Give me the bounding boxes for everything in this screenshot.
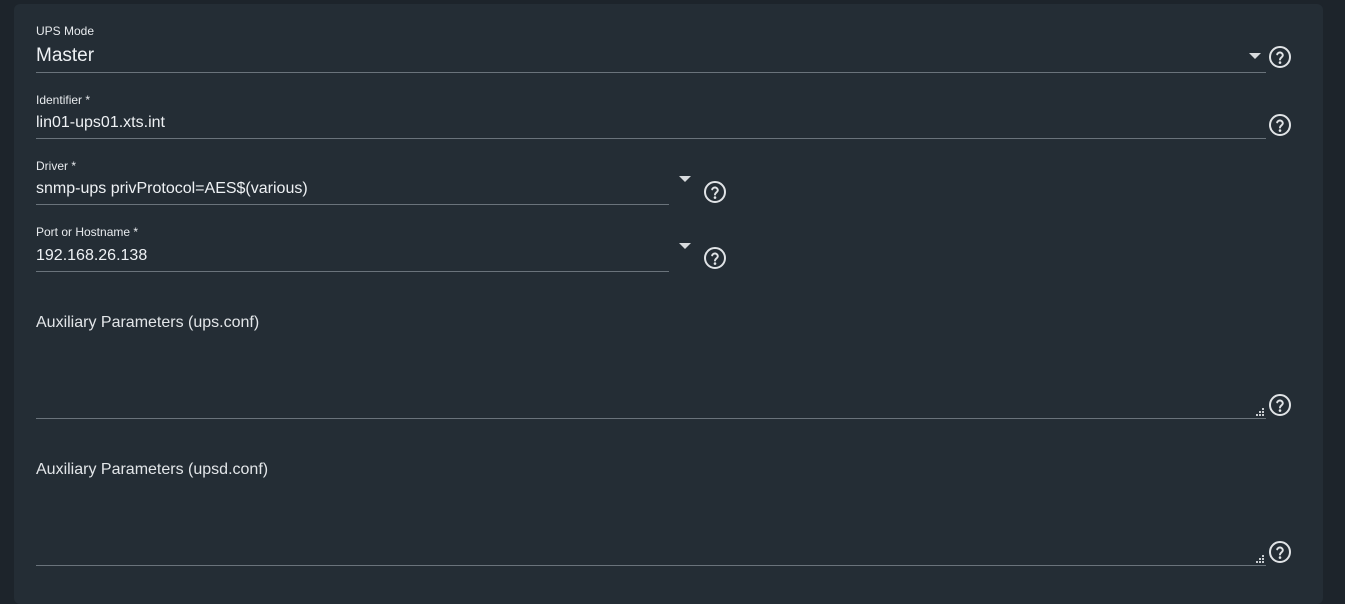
ups-mode-dropdown-icon[interactable]	[1249, 53, 1261, 59]
driver-dropdown-icon[interactable]	[679, 176, 691, 182]
aux-upsd-resize-grip-icon[interactable]	[1254, 550, 1264, 563]
port-underline	[36, 271, 669, 272]
aux-ups-help-icon[interactable]	[1268, 393, 1292, 417]
driver-input[interactable]: snmp-ups privProtocol=AES$(various)	[36, 180, 666, 198]
aux-upsd-help-icon[interactable]	[1268, 540, 1292, 564]
aux-ups-label: Auxiliary Parameters (ups.conf)	[36, 314, 260, 331]
aux-ups-textarea[interactable]	[36, 340, 1266, 418]
ups-mode-select[interactable]: Master	[36, 45, 1256, 67]
ups-mode-label: UPS Mode	[36, 24, 95, 38]
port-label: Port or Hostname *	[36, 225, 139, 239]
aux-upsd-underline	[36, 565, 1266, 566]
aux-upsd-textarea[interactable]	[36, 487, 1266, 565]
ups-mode-underline	[36, 72, 1266, 73]
port-input[interactable]: 192.168.26.138	[36, 247, 666, 265]
identifier-help-icon[interactable]	[1268, 113, 1292, 137]
identifier-input[interactable]: lin01-ups01.xts.int	[36, 114, 1256, 132]
aux-ups-resize-grip-icon[interactable]	[1254, 403, 1264, 416]
identifier-underline	[36, 138, 1266, 139]
port-dropdown-icon[interactable]	[679, 243, 691, 249]
aux-ups-underline	[36, 418, 1266, 419]
driver-label: Driver *	[36, 159, 77, 173]
driver-underline	[36, 204, 669, 205]
driver-help-icon[interactable]	[703, 180, 727, 204]
aux-upsd-label: Auxiliary Parameters (upsd.conf)	[36, 461, 269, 478]
port-help-icon[interactable]	[703, 246, 727, 270]
identifier-label: Identifier *	[36, 93, 91, 107]
ups-mode-help-icon[interactable]	[1268, 45, 1292, 69]
